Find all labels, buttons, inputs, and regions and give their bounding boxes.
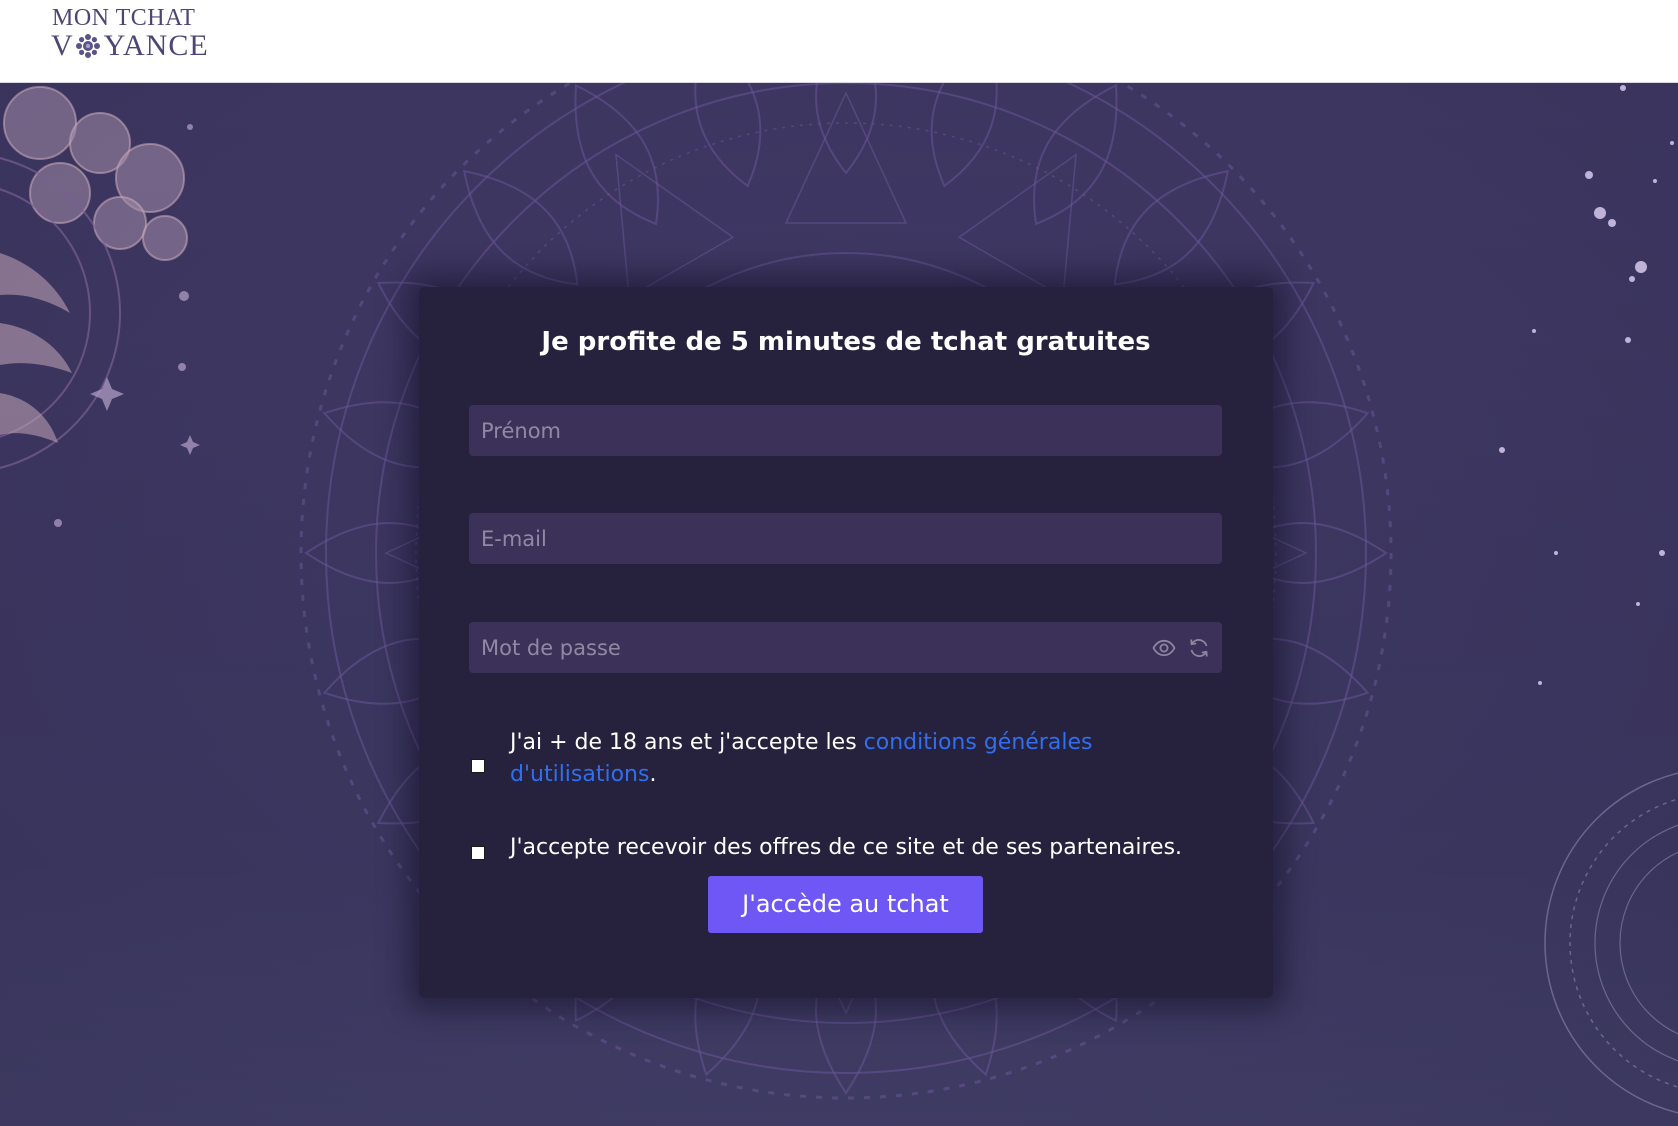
offers-label: J'accepte recevoir des offres de ce site… — [510, 835, 1183, 860]
email-input[interactable] — [469, 513, 1222, 564]
firstname-input[interactable] — [469, 405, 1222, 456]
logo-letter-v: V — [51, 29, 74, 62]
signup-card: Je profite de 5 minutes de tchat gratuit… — [419, 287, 1273, 998]
mandala-logo-icon — [76, 34, 100, 58]
terms-checkbox[interactable] — [471, 759, 485, 773]
logo-text-end: YANCE — [103, 29, 209, 62]
hero-section: Je profite de 5 minutes de tchat gratuit… — [0, 83, 1678, 1126]
site-logo[interactable]: MON TCHAT V YANCE — [51, 5, 221, 65]
eye-icon[interactable] — [1152, 636, 1176, 660]
submit-button[interactable]: J'accède au tchat — [708, 876, 983, 933]
terms-label: J'ai + de 18 ans et j'accepte les condit… — [510, 727, 1130, 791]
logo-text-line1: MON TCHAT — [52, 5, 196, 31]
offers-checkbox[interactable] — [471, 846, 485, 860]
password-input[interactable] — [469, 622, 1222, 673]
site-header: MON TCHAT V YANCE — [0, 0, 1678, 83]
terms-text: J'ai + de 18 ans et j'accepte les — [510, 730, 864, 755]
terms-text-end: . — [649, 762, 657, 787]
signup-title: Je profite de 5 minutes de tchat gratuit… — [541, 327, 1151, 357]
refresh-icon[interactable] — [1187, 636, 1211, 660]
